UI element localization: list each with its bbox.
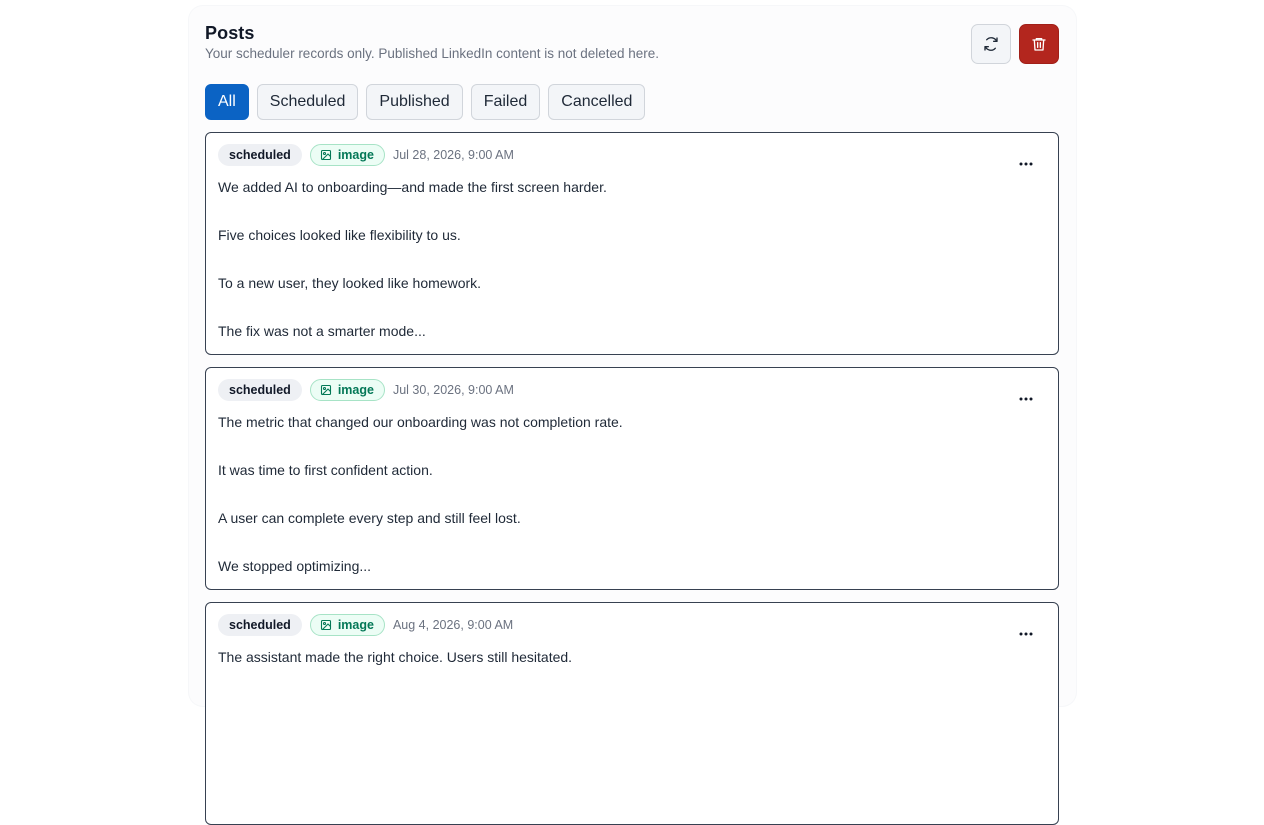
post-line: Five choices looked like flexibility to … bbox=[218, 227, 461, 243]
image-icon bbox=[320, 619, 332, 631]
tab-failed[interactable]: Failed bbox=[470, 84, 541, 120]
tab-published[interactable]: Published bbox=[366, 84, 463, 120]
scheduled-date: Jul 28, 2026, 9:00 AM bbox=[392, 148, 514, 162]
trash-icon bbox=[1031, 36, 1047, 52]
post-card[interactable]: scheduled image Jul 30, 2026, 9:00 AM Th… bbox=[205, 367, 1059, 590]
post-meta: scheduled image Jul 30, 2026, 9:00 AM bbox=[218, 379, 514, 401]
post-line: The fix was not a smarter mode... bbox=[218, 323, 426, 339]
page-title: Posts bbox=[205, 23, 255, 43]
image-icon bbox=[320, 149, 332, 161]
post-preview: We added AI to onboarding—and made the f… bbox=[218, 178, 1038, 370]
media-type-label: image bbox=[337, 383, 374, 397]
media-badge: image bbox=[309, 144, 385, 166]
status-filter-tabs: All Scheduled Published Failed Cancelled bbox=[205, 84, 646, 120]
status-badge: scheduled bbox=[218, 379, 302, 401]
media-badge: image bbox=[309, 614, 385, 636]
post-line: We added AI to onboarding—and made the f… bbox=[218, 179, 607, 195]
post-line: A user can complete every step and still… bbox=[218, 510, 521, 526]
media-type-label: image bbox=[337, 148, 374, 162]
post-card[interactable]: scheduled image Jul 28, 2026, 9:00 AM We… bbox=[205, 132, 1059, 355]
post-actions-button[interactable] bbox=[1011, 386, 1041, 412]
scheduled-date: Aug 4, 2026, 9:00 AM bbox=[392, 618, 514, 632]
refresh-button[interactable] bbox=[971, 24, 1011, 64]
media-badge: image bbox=[309, 379, 385, 401]
status-badge: scheduled bbox=[218, 614, 302, 636]
post-card[interactable]: scheduled image Aug 4, 2026, 9:00 AM The… bbox=[205, 602, 1059, 825]
tab-cancelled[interactable]: Cancelled bbox=[548, 84, 646, 120]
post-preview: The assistant made the right choice. Use… bbox=[218, 648, 1038, 696]
post-line: We stopped optimizing... bbox=[218, 558, 372, 574]
post-meta: scheduled image Jul 28, 2026, 9:00 AM bbox=[218, 144, 514, 166]
post-meta: scheduled image Aug 4, 2026, 9:00 AM bbox=[218, 614, 513, 636]
scheduled-date: Jul 30, 2026, 9:00 AM bbox=[392, 383, 514, 397]
refresh-icon bbox=[983, 36, 999, 52]
post-line: It was time to first confident action. bbox=[218, 462, 433, 478]
post-actions-button[interactable] bbox=[1011, 621, 1041, 647]
post-line: The assistant made the right choice. Use… bbox=[218, 649, 573, 665]
more-horizontal-icon bbox=[1019, 632, 1033, 636]
status-badge: scheduled bbox=[218, 144, 302, 166]
image-icon bbox=[320, 384, 332, 396]
tab-scheduled[interactable]: Scheduled bbox=[256, 84, 359, 120]
more-horizontal-icon bbox=[1019, 162, 1033, 166]
post-line: To a new user, they looked like homework… bbox=[218, 275, 482, 291]
delete-all-button[interactable] bbox=[1019, 24, 1059, 64]
tab-all[interactable]: All bbox=[205, 84, 249, 120]
media-type-label: image bbox=[337, 618, 374, 632]
more-horizontal-icon bbox=[1019, 397, 1033, 401]
posts-header: Posts Your scheduler records only. Publi… bbox=[205, 22, 1059, 66]
page-subtitle: Your scheduler records only. Published L… bbox=[205, 46, 660, 61]
post-preview: The metric that changed our onboarding w… bbox=[218, 413, 1038, 605]
post-line: The metric that changed our onboarding w… bbox=[218, 414, 623, 430]
post-actions-button[interactable] bbox=[1011, 151, 1041, 177]
